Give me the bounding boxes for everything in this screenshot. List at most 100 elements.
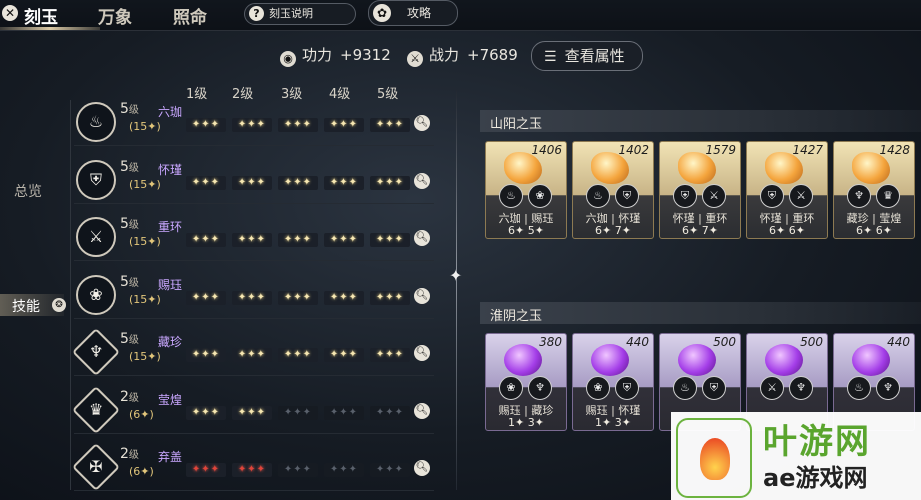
jade-card[interactable]: 1427 ⛨ ⚔ 怀瑾 | 重环 6✦ 6✦ (746, 141, 828, 239)
jade-card[interactable]: 1402 ♨ ⛨ 六珈 | 怀瑾 6✦ 7✦ (572, 141, 654, 239)
row-divider (74, 260, 434, 261)
jade-skill-points: 6✦ 5✦ (508, 224, 544, 237)
section-header-shanyang: 山阳之玉 (480, 110, 921, 132)
level-pip: ✦✦✦ (186, 233, 226, 247)
magnifier-icon[interactable]: 🔍︎ (414, 115, 430, 131)
gongli-value: +9312 (340, 46, 391, 64)
skill-level: 5级 (120, 331, 139, 347)
sword-icon: ⚔ (760, 376, 784, 400)
skill-row[interactable]: ♛ 2级 莹煌 (6✦) ✦✦✦ ✦✦✦ ✦✦✦ ✦✦✦ ✦✦✦ 🔍︎ (71, 385, 444, 438)
active-tab-indicator (0, 27, 100, 30)
jade-card[interactable]: 1579 ⛨ ⚔ 怀瑾 | 重环 6✦ 7✦ (659, 141, 741, 239)
crest-icon: ♛ (71, 385, 121, 434)
level-pip: ✦✦✦ (232, 290, 272, 305)
jade-power-value: 1428 (879, 143, 910, 157)
zhanli-label: 战力 (429, 46, 460, 64)
list-icon: ☰ (544, 49, 557, 65)
magnifier-icon[interactable]: 🔍︎ (414, 172, 430, 189)
tab-zhaoming[interactable]: 照命 (173, 3, 207, 28)
skill-level: 2级 (120, 446, 139, 462)
magnifier-icon[interactable]: 🔍︎ (414, 230, 430, 246)
guide-icon: ✿ (373, 4, 391, 22)
row-divider (74, 432, 434, 434)
skill-points: (6✦) (129, 407, 154, 421)
skill-name: 重环 (158, 220, 183, 234)
guide-button[interactable]: ✿ 攻略 (368, 0, 458, 26)
level-pip: ✦✦✦ (232, 233, 272, 247)
gongli-label: 功力 (302, 46, 333, 64)
level-pip: ✦✦✦ (324, 463, 364, 477)
zhanli-icon: ⚔ (407, 51, 423, 67)
watermark: 叶游网 ae游戏网 (671, 412, 921, 500)
lotus-icon: ❀ (586, 376, 610, 400)
skill-points: (15✦) (129, 120, 161, 133)
skill-points: (15✦) (129, 350, 161, 363)
level-pips: ✦✦✦ ✦✦✦ ✦✦✦ ✦✦✦ ✦✦✦ (186, 290, 410, 305)
skill-points: (15✦) (129, 177, 161, 191)
jade-skill-points: 6✦ 6✦ (769, 224, 805, 237)
level-pips: ✦✦✦ ✦✦✦ ✦✦✦ ✦✦✦ ✦✦✦ (186, 175, 410, 190)
watermark-small-text: ae游戏网 (763, 464, 868, 492)
level-pip: ✦✦✦ (278, 405, 318, 420)
jade-card[interactable]: 380 ❀ ♆ 赐珏 | 藏珍 1✦ 3✦ (485, 333, 567, 431)
side-nav-overview[interactable]: 总览 (14, 181, 42, 201)
jade-card[interactable]: 1428 ♆ ♛ 藏珍 | 莹煌 6✦ 6✦ (833, 141, 915, 239)
jade-card[interactable]: 440 ❀ ⛨ 赐珏 | 怀瑾 1✦ 3✦ (572, 333, 654, 431)
gear-icon: ❂ (52, 298, 66, 312)
level-header-3: 3级 (281, 87, 303, 102)
jade-card[interactable]: 1406 ♨ ❀ 六珈 | 赐珏 6✦ 5✦ (485, 141, 567, 239)
skill-points: (15✦) (129, 292, 161, 306)
level-header-2: 2级 (232, 87, 254, 102)
skill-row[interactable]: ⛨ 5级 怀瑾 (15✦) ✦✦✦ ✦✦✦ ✦✦✦ ✦✦✦ ✦✦✦ 🔍︎ (74, 158, 444, 208)
close-icon[interactable]: ✕ (2, 5, 18, 21)
skill-row[interactable]: ⚔ 5级 重环 (15✦) ✦✦✦ ✦✦✦ ✦✦✦ ✦✦✦ ✦✦✦ 🔍︎ (74, 216, 444, 265)
magnifier-icon[interactable]: 🔍︎ (414, 402, 430, 419)
skill-row[interactable]: ♨ 5级 六珈 (15✦) ✦✦✦ ✦✦✦ ✦✦✦ ✦✦✦ ✦✦✦ 🔍︎ (74, 101, 444, 150)
level-pip: ✦✦✦ (370, 118, 410, 132)
skill-points: (15✦) (129, 235, 161, 248)
skill-name: 莹煌 (158, 392, 183, 407)
tab-keyu[interactable]: 刻玉 (24, 3, 58, 28)
help-button[interactable]: ? 刻玉说明 (244, 3, 356, 25)
jade-skill-points: 6✦ 6✦ (856, 224, 892, 237)
skill-level: 5级 (120, 101, 139, 117)
jade-gem-icon (591, 344, 629, 376)
cup-icon: ♨ (499, 184, 523, 208)
shield-icon: ⛨ (702, 376, 726, 400)
phoenix-icon: ♆ (789, 376, 813, 400)
level-pips: ✦✦✦ ✦✦✦ ✦✦✦ ✦✦✦ ✦✦✦ (186, 348, 410, 362)
skill-row[interactable]: ✠ 2级 弃盖 (6✦) ✦✦✦ ✦✦✦ ✦✦✦ ✦✦✦ ✦✦✦ 🔍︎ (71, 442, 444, 495)
cup-icon: ♨ (76, 102, 116, 142)
level-pip: ✦✦✦ (278, 175, 318, 190)
skill-level: 5级 (120, 158, 139, 175)
skill-row[interactable]: ♆ 5级 藏珍 (15✦) ✦✦✦ ✦✦✦ ✦✦✦ ✦✦✦ ✦✦✦ 🔍︎ (71, 327, 444, 380)
help-label: 刻玉说明 (269, 7, 313, 20)
level-pip: ✦✦✦ (324, 175, 364, 190)
magnifier-icon[interactable]: 🔍︎ (414, 287, 430, 304)
magnifier-icon[interactable]: 🔍︎ (414, 345, 430, 361)
level-pip: ✦✦✦ (370, 175, 410, 190)
level-pip: ✦✦✦ (232, 463, 272, 477)
level-pip: ✦✦✦ (370, 233, 410, 247)
row-divider (74, 375, 434, 376)
level-pip: ✦✦✦ (370, 290, 410, 305)
phoenix-icon: ♆ (847, 184, 871, 208)
lotus-icon: ❀ (499, 376, 523, 400)
left-divider (70, 100, 71, 490)
phoenix-icon: ♆ (528, 376, 552, 400)
skill-row[interactable]: ❀ 5级 赐珏 (15✦) ✦✦✦ ✦✦✦ ✦✦✦ ✦✦✦ ✦✦✦ 🔍︎ (74, 274, 444, 323)
magnifier-icon[interactable]: 🔍︎ (414, 460, 430, 476)
stat-zhanli: ⚔ 战力 +7689 (407, 44, 518, 67)
jade-power-value: 1427 (792, 143, 823, 157)
phoenix-icon: ♆ (876, 376, 900, 400)
jade-gem-icon (852, 344, 890, 376)
shield-icon: ⛨ (615, 376, 639, 400)
skill-level: 2级 (120, 388, 139, 405)
skill-level: 5级 (120, 216, 139, 232)
level-pip: ✦✦✦ (324, 233, 364, 247)
view-attributes-button[interactable]: ☰ 查看属性 (531, 41, 643, 71)
tab-wanxiang[interactable]: 万象 (98, 3, 132, 28)
watermark-logo-icon (676, 418, 752, 498)
level-pip: ✦✦✦ (232, 348, 272, 362)
side-nav-skill[interactable]: 技能 (12, 296, 40, 316)
